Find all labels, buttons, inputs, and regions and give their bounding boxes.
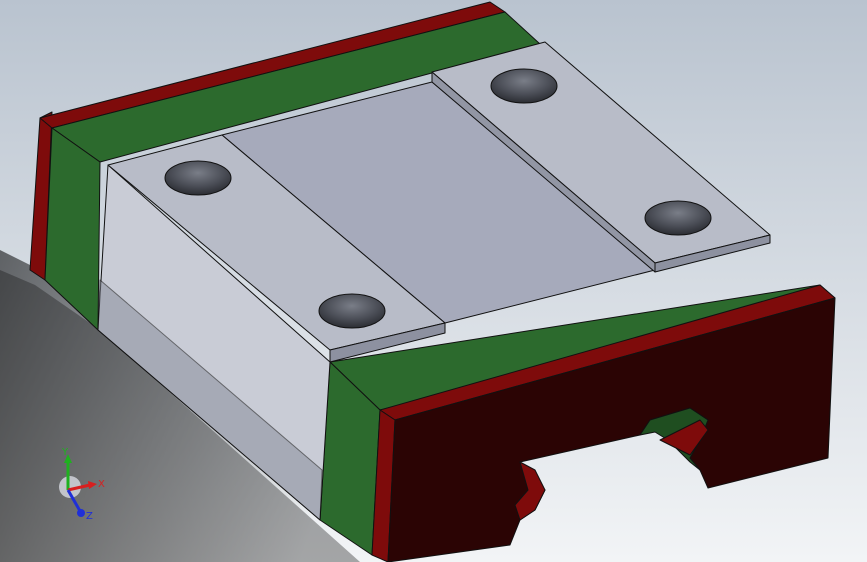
triad-y-label: Y (61, 447, 69, 458)
mounting-hole-4[interactable] (644, 200, 712, 236)
triad-z-arrow (77, 509, 85, 517)
reference-triad: Y X Z (59, 447, 105, 522)
triad-x-arrow (88, 481, 97, 489)
mounting-hole-3[interactable] (490, 68, 558, 104)
graphics-viewport[interactable]: Y X Z (0, 0, 867, 562)
triad-x-label: X (98, 479, 105, 490)
mounting-hole-2[interactable] (318, 293, 386, 329)
mounting-hole-1[interactable] (164, 160, 232, 196)
model-view[interactable] (0, 0, 867, 562)
triad-z-label: Z (86, 511, 93, 522)
